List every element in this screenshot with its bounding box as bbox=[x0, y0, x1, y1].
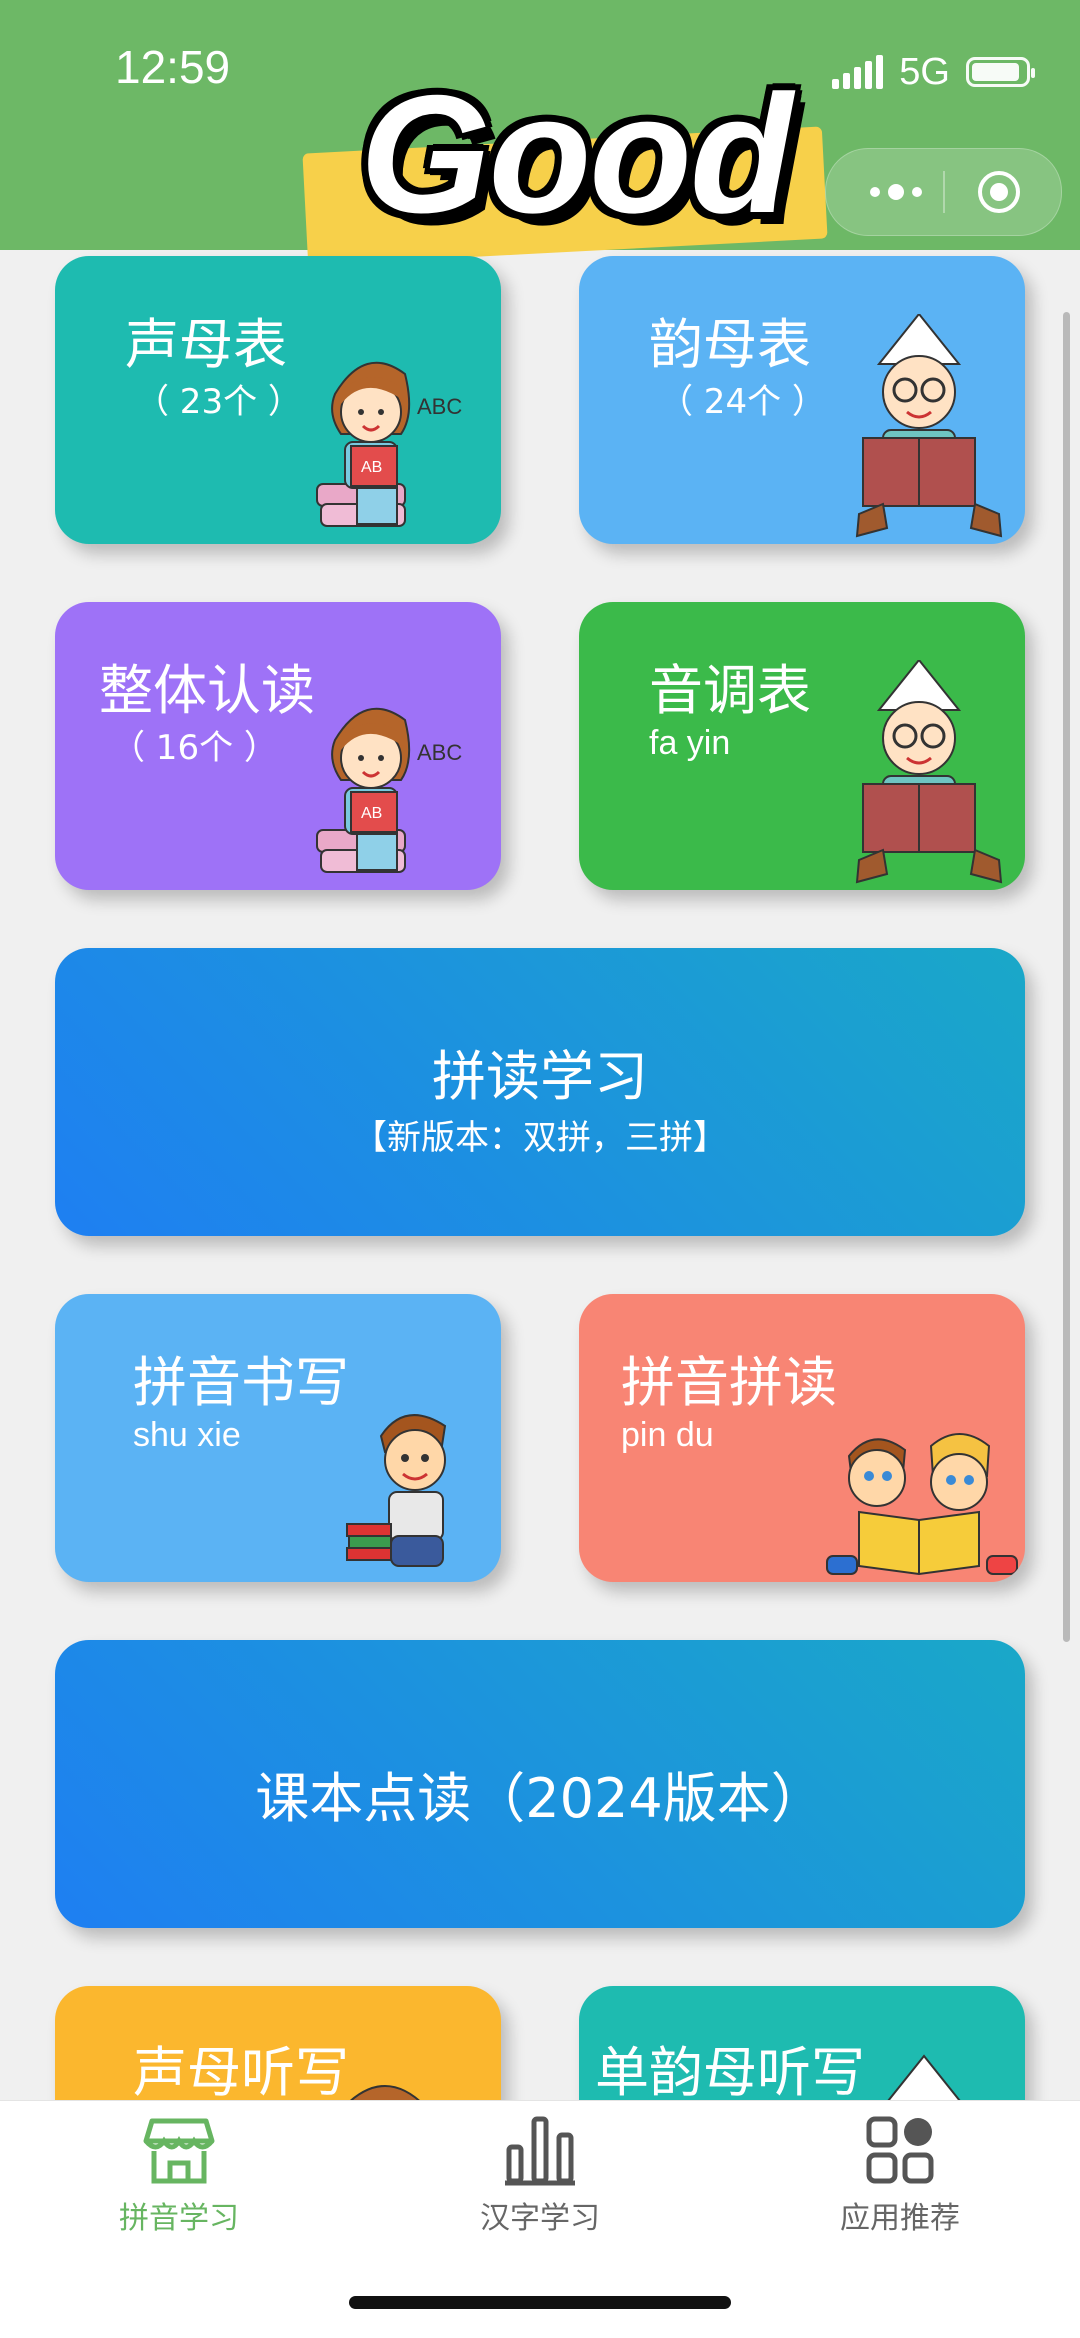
card-title: 音调表 bbox=[649, 659, 811, 722]
card-subtitle: shu xie bbox=[133, 1416, 241, 1454]
capsule-divider bbox=[943, 171, 945, 213]
banner-text: Good bbox=[360, 60, 793, 248]
tab-pinyin-study[interactable]: 拼音学习 bbox=[79, 2113, 279, 2253]
network-label: 5G bbox=[899, 50, 950, 93]
card-title: 声母听写 bbox=[133, 2041, 349, 2104]
card-subtitle: （ 23个 ） bbox=[135, 382, 302, 422]
boy-with-books-illustration bbox=[346, 1414, 447, 1567]
card-subtitle: fa yin bbox=[649, 724, 731, 762]
svg-text:ABC: ABC bbox=[417, 394, 462, 419]
girl-reading-illustration: AB ABC bbox=[316, 361, 462, 527]
card-pinyin-read[interactable]: 拼音拼读 pin du bbox=[579, 1294, 1025, 1582]
boy-reading-illustration bbox=[882, 2054, 966, 2106]
card-shengmu[interactable]: 声母表 （ 23个 ） AB ABC bbox=[55, 256, 501, 544]
card-pindu-study[interactable]: 拼读学习 【新版本：双拼，三拼】 bbox=[55, 948, 1025, 1236]
card-title: 声母表 bbox=[125, 313, 287, 376]
card-textbook-reading[interactable]: 课本点读（2024版本） bbox=[55, 1640, 1025, 1928]
close-target-icon[interactable] bbox=[978, 171, 1020, 213]
tab-hanzi-study[interactable]: 汉字学习 bbox=[440, 2113, 640, 2253]
card-title: 拼音书写 bbox=[133, 1351, 349, 1414]
store-icon bbox=[143, 2118, 215, 2184]
card-title: 拼读学习 bbox=[432, 1045, 648, 1108]
card-zhengti[interactable]: 整体认读 （ 16个 ） AB ABC bbox=[55, 602, 501, 890]
battery-icon bbox=[966, 57, 1035, 87]
kids-reading-book-illustration bbox=[826, 1433, 1018, 1576]
apps-grid-icon bbox=[866, 2116, 934, 2184]
card-subtitle: 【新版本：双拼，三拼】 bbox=[353, 1118, 727, 1158]
bar-chart-icon bbox=[505, 2116, 575, 2186]
tab-app-recommend[interactable]: 应用推荐 bbox=[800, 2113, 1000, 2253]
card-title: 韵母表 bbox=[649, 313, 811, 376]
card-title: 整体认读 bbox=[99, 659, 315, 722]
card-pinyin-write[interactable]: 拼音书写 shu xie bbox=[55, 1294, 501, 1582]
status-icons: 5G bbox=[832, 50, 1035, 94]
card-yunmu[interactable]: 韵母表 （ 24个 ） bbox=[579, 256, 1025, 544]
card-title: 拼音拼读 bbox=[621, 1351, 837, 1414]
card-subtitle: pin du bbox=[621, 1416, 714, 1454]
more-icon[interactable] bbox=[856, 172, 936, 212]
home-indicator bbox=[349, 2296, 731, 2309]
card-subtitle: （ 24个 ） bbox=[659, 382, 826, 422]
status-time: 12:59 bbox=[115, 41, 231, 93]
svg-text:AB: AB bbox=[361, 459, 382, 476]
boy-reading-illustration bbox=[855, 660, 1003, 884]
girl-reading-illustration: AB ABC bbox=[316, 707, 462, 873]
top-header: 12:59 5G Good bbox=[0, 0, 1080, 266]
card-yindiao[interactable]: 音调表 fa yin bbox=[579, 602, 1025, 890]
tab-label: 拼音学习 bbox=[119, 2201, 239, 2236]
tab-label: 汉字学习 bbox=[480, 2201, 600, 2236]
svg-text:ABC: ABC bbox=[417, 740, 462, 765]
signal-icon bbox=[832, 55, 884, 89]
boy-reading-illustration bbox=[855, 314, 1003, 538]
tab-label: 应用推荐 bbox=[840, 2201, 960, 2236]
card-title: 课本点读（2024版本） bbox=[255, 1767, 825, 1830]
card-title: 单韵母听写 bbox=[595, 2041, 865, 2104]
card-subtitle: （ 16个 ） bbox=[111, 728, 278, 768]
mini-program-capsule bbox=[825, 148, 1062, 236]
svg-text:AB: AB bbox=[361, 805, 382, 822]
scrollbar[interactable] bbox=[1063, 312, 1070, 1642]
